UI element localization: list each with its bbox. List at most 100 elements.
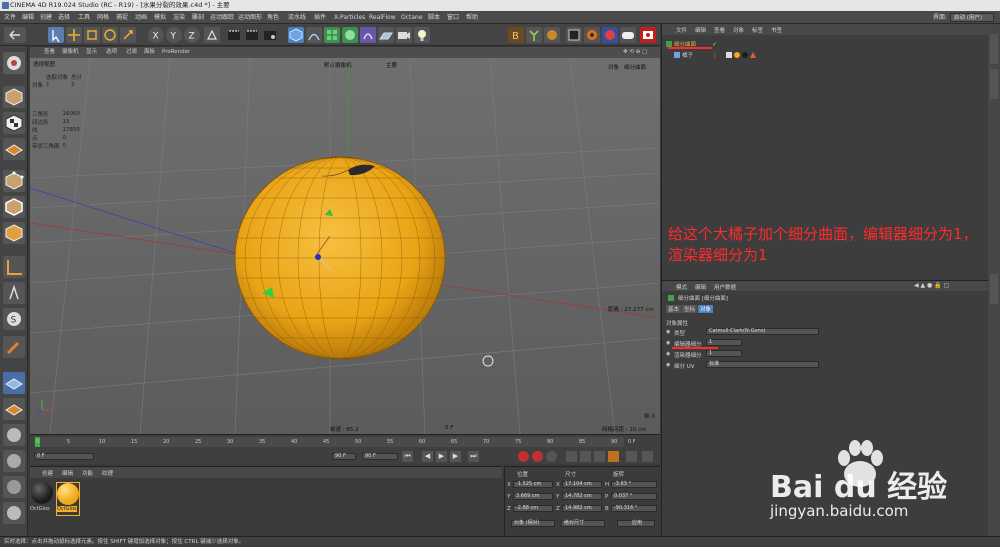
side-tab-attributes[interactable] [990,274,998,304]
end-frame-field[interactable]: 90 F [332,453,356,460]
end-frame-field-2[interactable]: 90 F [362,453,398,460]
phong-tag-icon[interactable] [726,52,732,58]
x-axis-lock-icon[interactable]: X [148,27,164,43]
octane-render-icon[interactable] [640,27,656,43]
viewport-menu-view[interactable]: 查看 [44,47,55,58]
octane-viewer-icon[interactable] [566,27,582,43]
move-tool-icon[interactable] [66,27,82,43]
side-tab-content[interactable] [990,69,998,99]
objects-menu-tag[interactable]: 标签 [752,26,763,34]
rotation-p-field[interactable]: 0.037 ° [611,493,657,500]
menu-mograph[interactable]: 运动图形 [238,11,262,24]
light-icon[interactable] [414,27,430,43]
viewport-menu-prorender[interactable]: ProRender [162,47,190,58]
menu-tools[interactable]: 工具 [78,11,90,24]
menu-snap[interactable]: 捕捉 [116,11,128,24]
model-mode-icon[interactable] [3,86,25,108]
coordinate-system-icon[interactable] [204,27,220,43]
size-mode-dropdown[interactable]: 绝对尺寸 [561,520,605,527]
material-tag-2-icon[interactable] [742,52,748,58]
recent-tools-icon[interactable] [120,27,136,43]
menu-render[interactable]: 渲染 [173,11,185,24]
object-row-orange[interactable]: 橘子 [672,51,732,59]
texture-mode-icon[interactable] [3,112,25,134]
position-x-field[interactable]: -1.525 cm [513,481,553,488]
polygons-mode-icon[interactable] [3,222,25,244]
sphere-material-4-icon[interactable] [3,502,25,524]
previous-key-icon[interactable]: ◀ [422,451,433,462]
rotate-tool-icon[interactable] [102,27,118,43]
y-axis-lock-icon[interactable]: Y [166,27,182,43]
viewport-menu-options[interactable]: 选项 [106,47,117,58]
attr-menu-userdata[interactable]: 用户数据 [714,283,736,291]
rotation-b-field[interactable]: -90.316 ° [611,505,657,512]
auto-key-icon[interactable] [532,451,543,462]
menu-character[interactable]: 角色 [267,11,279,24]
edges-mode-icon[interactable] [3,196,25,218]
perspective-viewport[interactable]: 透视视图 默认摄像机 主要 对象 细分曲面 选取对象 总计 对象 1 2 三角形 160… [30,58,660,434]
menu-sculpt[interactable]: 雕刻 [192,11,204,24]
viewport-tab-object[interactable]: 对象 [608,63,619,71]
parameter-key-icon[interactable] [608,451,619,462]
octane-settings-icon[interactable] [584,27,600,43]
octane-objects-icon[interactable] [602,27,618,43]
snap-icon[interactable]: S [3,308,25,330]
render-to-picture-viewer-icon[interactable] [244,27,260,43]
apply-button[interactable]: 应用 [617,520,655,527]
axis-mode-icon[interactable] [3,256,25,278]
menu-edit[interactable]: 编辑 [22,11,34,24]
radio-icon[interactable]: ◉ [666,329,670,335]
cloner-icon[interactable] [342,27,358,43]
tweak-mode-icon[interactable] [3,282,25,304]
deformer-icon[interactable] [360,27,376,43]
attr-menu-mode[interactable]: 模式 [676,283,687,291]
material-menu-texture[interactable]: 纹理 [102,469,113,477]
subdivision-type-dropdown[interactable]: Catmull-Clark(N-Gons) [706,328,819,335]
menu-help[interactable]: 帮助 [466,11,478,24]
radio-icon[interactable]: ◉ [666,340,670,346]
scale-tool-icon[interactable] [84,27,100,43]
make-editable-icon[interactable] [3,52,25,74]
camera-icon[interactable] [396,27,412,43]
material-menu-edit[interactable]: 编辑 [62,469,73,477]
octane-camera-icon[interactable] [620,27,636,43]
octane-material-icon[interactable] [544,27,560,43]
menu-motion-tracking[interactable]: 运动跟踪 [210,11,234,24]
size-z-field[interactable]: 14.982 cm [562,505,602,512]
points-mode-icon[interactable] [3,170,25,192]
bevel-icon[interactable]: B [508,27,524,43]
menu-simulate[interactable]: 模拟 [154,11,166,24]
radio-icon[interactable]: ◉ [666,362,670,368]
material-tag-icon[interactable] [734,52,740,58]
menu-animate[interactable]: 动画 [135,11,147,24]
visibility-dot-icon[interactable]: ⋮ [712,52,718,59]
render-subdivision-field[interactable]: 1 [706,350,742,357]
sphere-material-2-icon[interactable] [3,450,25,472]
live-selection-icon[interactable] [48,27,64,43]
objects-menu-file[interactable]: 文件 [676,26,687,34]
spline-pen-icon[interactable] [306,27,322,43]
viewport-nav-icon[interactable]: ✥ ⟲ ⊕ ▢ [623,47,647,58]
attr-menu-edit[interactable]: 编辑 [695,283,706,291]
viewport-menu-display[interactable]: 显示 [86,47,97,58]
menu-realflow[interactable]: RealFlow [369,11,396,24]
go-to-end-icon[interactable]: ⏭ [468,451,479,462]
objects-menu-view[interactable]: 查看 [714,26,725,34]
keyframe-selection-icon[interactable] [546,451,557,462]
visibility-check-icon[interactable]: ✓ [712,41,717,48]
radio-icon[interactable]: ◉ [666,351,670,357]
objects-menu-bookmark[interactable]: 书签 [771,26,782,34]
menu-script[interactable]: 脚本 [428,11,440,24]
play-icon[interactable]: ▶ [436,451,447,462]
viewport-menu-filter[interactable]: 过滤 [126,47,137,58]
sphere-material-icon[interactable] [3,424,25,446]
render-settings-icon[interactable] [262,27,278,43]
plugin-tree-icon[interactable] [526,27,542,43]
position-key-icon[interactable] [566,451,577,462]
cube-primitive-icon[interactable] [288,27,304,43]
material-swatch-selected[interactable]: OctGlos [56,482,80,516]
start-frame-field[interactable]: 0 F [34,453,94,460]
interface-dropdown[interactable]: 启动 (用户) [950,13,994,22]
scene-floor-icon[interactable] [378,27,394,43]
menu-octane[interactable]: Octane [401,11,423,24]
